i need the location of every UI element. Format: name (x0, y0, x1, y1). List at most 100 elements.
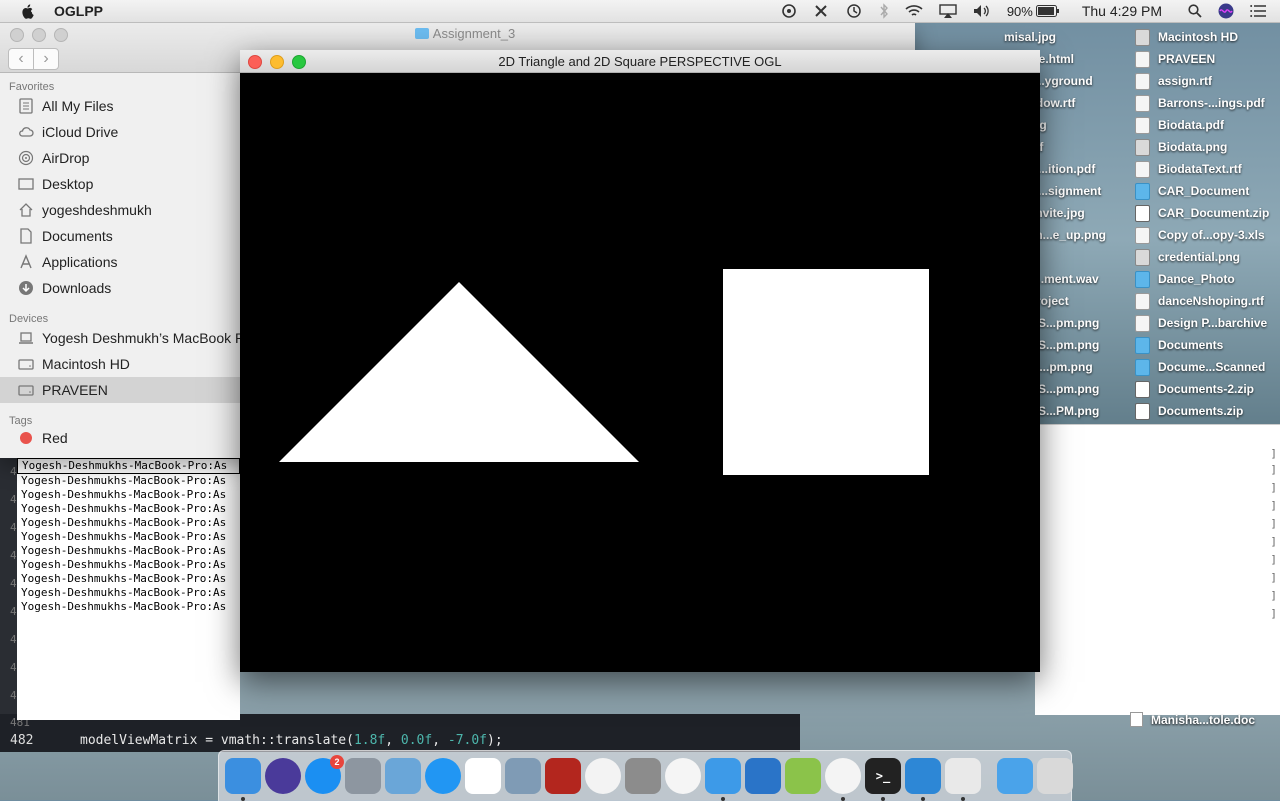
desktop-file-item[interactable]: Documents-2.zip (1135, 378, 1280, 400)
desktop-file-item[interactable]: Biodata.png (1135, 136, 1280, 158)
xcode-files-icon[interactable] (705, 758, 741, 801)
sidebar-item-applications[interactable]: Applications (0, 249, 240, 275)
wifi-icon[interactable] (905, 4, 923, 18)
image-capture-icon[interactable] (505, 758, 541, 794)
desktop-file-item[interactable]: Documents (1135, 334, 1280, 356)
battery-icon[interactable] (1035, 5, 1060, 17)
desktop-file-item[interactable]: Manisha...tole.doc (1130, 712, 1255, 727)
app-store-icon[interactable]: 2 (305, 755, 344, 794)
sidebar-item-downloads[interactable]: Downloads (0, 275, 240, 301)
sidebar-item-airdrop[interactable]: AirDrop (0, 145, 240, 171)
siri-icon[interactable] (1218, 3, 1234, 19)
xcode-icon[interactable] (905, 758, 941, 801)
sidebar-item-yogeshdeshmukh[interactable]: yogeshdeshmukh (0, 197, 240, 223)
sidebar-item-desktop[interactable]: Desktop (0, 171, 240, 197)
textedit-icon[interactable] (945, 758, 981, 801)
desktop-file-item[interactable]: assign.rtf (1135, 70, 1280, 92)
finder-icon[interactable] (225, 758, 261, 801)
sidebar-item-praveen[interactable]: PRAVEEN (0, 377, 240, 403)
battery-percent[interactable]: 90% (1007, 4, 1033, 19)
chrome-icon[interactable] (825, 758, 861, 801)
time-machine-icon[interactable] (845, 3, 863, 19)
airplay-icon[interactable] (939, 4, 957, 18)
android-icon[interactable] (785, 758, 821, 794)
ogl-titlebar[interactable]: 2D Triangle and 2D Square PERSPECTIVE OG… (240, 50, 1040, 73)
desktop-file-item[interactable]: PRAVEEN (1135, 48, 1280, 70)
grid-app-icon[interactable] (465, 758, 501, 794)
gutter-number: 4 (10, 521, 17, 534)
sidebar-item-yogesh-deshmukh-s-macbook-pro[interactable]: Yogesh Deshmukh’s MacBook Pro (0, 325, 257, 351)
sidebar-item-tag-red[interactable]: Red (0, 427, 240, 449)
terminal-icon[interactable]: >_ (865, 758, 901, 801)
apple-menu-icon[interactable] (20, 3, 36, 19)
desktop-file-item[interactable]: BiodataText.rtf (1135, 158, 1280, 180)
desktop-file-item[interactable]: Documents.zip (1135, 400, 1280, 422)
siri-icon[interactable] (265, 758, 301, 794)
notification-badge: 2 (330, 755, 344, 769)
volume-icon[interactable] (973, 4, 991, 18)
notification-center-icon[interactable] (1250, 5, 1266, 17)
disk-icon (18, 382, 34, 398)
itunes-icon[interactable] (665, 758, 701, 794)
file-label: Dance_Photo (1158, 272, 1235, 286)
desktop-file-item[interactable]: danceNshoping.rtf (1135, 290, 1280, 312)
desktop-file-item[interactable]: Biodata.pdf (1135, 114, 1280, 136)
white-square (723, 269, 929, 475)
opengl-canvas[interactable] (240, 73, 1040, 672)
ibooks-icon[interactable] (745, 758, 781, 794)
desktop-file-item[interactable]: CAR_Document.zip (1135, 202, 1280, 224)
desktop-file-item[interactable]: Design P...barchive (1135, 312, 1280, 334)
terminal-window[interactable]: Yogesh-Deshmukhs-MacBook-Pro:As Yogesh-De… (17, 458, 240, 720)
zip-icon (1135, 204, 1150, 222)
ogl-window-title: 2D Triangle and 2D Square PERSPECTIVE OG… (498, 54, 782, 69)
terminal-line: Yogesh-Deshmukhs-MacBook-Pro:As (21, 558, 227, 571)
spotlight-search-icon[interactable] (1188, 4, 1202, 18)
menu-clock[interactable]: Thu 4:29 PM (1082, 3, 1162, 19)
terminal-line: Yogesh-Deshmukhs-MacBook-Pro:As (17, 458, 240, 474)
terminal-line: Yogesh-Deshmukhs-MacBook-Pro:As (21, 474, 227, 487)
file-icon (1135, 94, 1150, 112)
sidebar-item-documents[interactable]: Documents (0, 223, 240, 249)
gutter-number: 4 (10, 465, 17, 478)
photo-booth-icon[interactable] (545, 758, 581, 794)
wifi-audio-status-icon[interactable] (781, 3, 797, 19)
desktop-file-item[interactable]: misal.jpg (990, 26, 1130, 48)
file-label: Biodata.pdf (1158, 118, 1224, 132)
applications-icon (18, 254, 34, 270)
trash-icon[interactable] (1037, 758, 1073, 794)
downloads-folder-icon[interactable] (997, 758, 1033, 794)
desktop-file-item[interactable]: credential.png (1135, 246, 1280, 268)
desktop-file-item[interactable]: Barrons-...ings.pdf (1135, 92, 1280, 114)
app-name[interactable]: OGLPP (54, 3, 103, 19)
system-preferences-icon[interactable] (625, 758, 661, 794)
desktop-file-item[interactable]: Macintosh HD (1135, 26, 1280, 48)
ogl-window[interactable]: 2D Triangle and 2D Square PERSPECTIVE OG… (240, 50, 1040, 672)
sidebar-item-macintosh-hd[interactable]: Macintosh HD (0, 351, 240, 377)
background-window[interactable]: ]]]]]]]]]] (1035, 424, 1280, 715)
bluetooth-icon[interactable] (879, 3, 889, 19)
tools-icon[interactable] (813, 3, 829, 19)
desktop-file-item[interactable]: Docume...Scanned (1135, 356, 1280, 378)
finder-sidebar: Favorites All My Files iCloud Drive AirDro… (0, 73, 257, 458)
dock: 2 >_ (218, 750, 1073, 801)
safari-icon[interactable] (425, 758, 461, 794)
desktop-file-item[interactable]: Copy of...opy-3.xls (1135, 224, 1280, 246)
file-label: Barrons-...ings.pdf (1158, 96, 1265, 110)
desktop-file-item[interactable]: CAR_Document (1135, 180, 1280, 202)
desktop-file-item[interactable]: Dance_Photo (1135, 268, 1280, 290)
file-icon (1135, 72, 1150, 90)
red-tag-icon (18, 430, 34, 446)
sidebar-item-icloud-drive[interactable]: iCloud Drive (0, 119, 240, 145)
sidebar-item-all-my-files[interactable]: All My Files (0, 93, 240, 119)
sidebar-item-label: PRAVEEN (42, 382, 108, 398)
launchpad-icon[interactable] (345, 758, 381, 794)
back-button[interactable]: ‹ (9, 49, 33, 69)
preview-icon[interactable] (385, 758, 421, 794)
sidebar-item-label: Yogesh Deshmukh’s MacBook Pro (42, 330, 257, 346)
airdrop-icon (18, 150, 34, 166)
running-indicator (881, 797, 885, 801)
code-line[interactable]: modelViewMatrix = vmath::translate(1.8f,… (80, 733, 503, 748)
photos-icon[interactable] (585, 758, 621, 794)
sidebar-item-label: Documents (42, 228, 113, 244)
forward-button[interactable]: › (33, 49, 58, 69)
